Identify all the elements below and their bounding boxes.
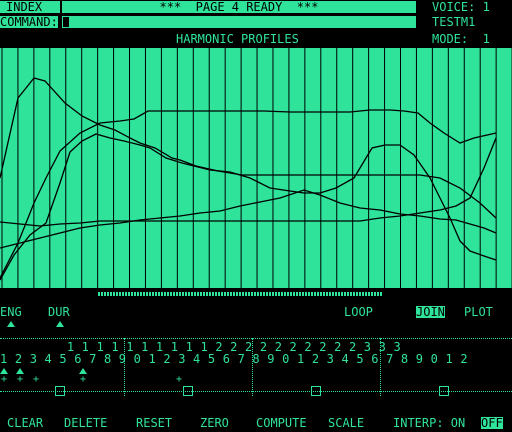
voice-indicator: VOICE: 1 bbox=[432, 0, 490, 14]
plus-marker: + bbox=[176, 374, 183, 385]
index-button[interactable]: INDEX bbox=[0, 1, 60, 13]
plus-marker: + bbox=[17, 374, 24, 385]
eng-option[interactable]: ENG bbox=[0, 306, 22, 318]
time-slider[interactable] bbox=[98, 292, 382, 296]
harmonic-profiles-graph[interactable] bbox=[0, 48, 512, 288]
plus-marker: + bbox=[33, 374, 40, 385]
group-handle-1[interactable] bbox=[55, 386, 65, 396]
plus-marker: + bbox=[1, 374, 8, 385]
compute-button[interactable]: COMPUTE bbox=[256, 417, 307, 429]
text-cursor bbox=[63, 17, 69, 27]
command-label: COMMAND: bbox=[0, 15, 58, 29]
eng-selected-marker bbox=[7, 321, 15, 327]
status-bar: *** PAGE 4 READY *** bbox=[62, 1, 416, 13]
patch-name: TESTM1 bbox=[432, 15, 476, 29]
harmonic-numbers-units[interactable]: 1 2 3 4 5 6 7 8 9 0 1 2 3 4 5 6 7 8 9 0 … bbox=[0, 353, 468, 365]
zero-button[interactable]: ZERO bbox=[200, 417, 229, 429]
join-option[interactable]: JOIN bbox=[416, 306, 445, 318]
delete-button[interactable]: DELETE bbox=[64, 417, 107, 429]
interp-on-toggle[interactable]: INTERP: ON bbox=[393, 417, 465, 429]
mode-indicator: MODE: 1 bbox=[432, 32, 490, 46]
loop-option[interactable]: LOOP bbox=[344, 306, 373, 318]
plot-option[interactable]: PLOT bbox=[464, 306, 493, 318]
graph-background bbox=[0, 48, 512, 288]
reset-button[interactable]: RESET bbox=[136, 417, 172, 429]
dur-option[interactable]: DUR bbox=[48, 306, 70, 318]
plus-marker: + bbox=[80, 374, 87, 385]
command-input[interactable] bbox=[62, 16, 416, 28]
group-handle-4[interactable] bbox=[439, 386, 449, 396]
interp-off-toggle[interactable]: OFF bbox=[481, 417, 503, 429]
scale-button[interactable]: SCALE bbox=[328, 417, 364, 429]
group-handle-3[interactable] bbox=[311, 386, 321, 396]
selector-top-border bbox=[0, 338, 512, 339]
group-handle-2[interactable] bbox=[183, 386, 193, 396]
dur-selected-marker bbox=[56, 321, 64, 327]
clear-button[interactable]: CLEAR bbox=[7, 417, 43, 429]
plot-title: HARMONIC PROFILES bbox=[176, 32, 299, 46]
selector-bottom-line bbox=[0, 391, 512, 392]
